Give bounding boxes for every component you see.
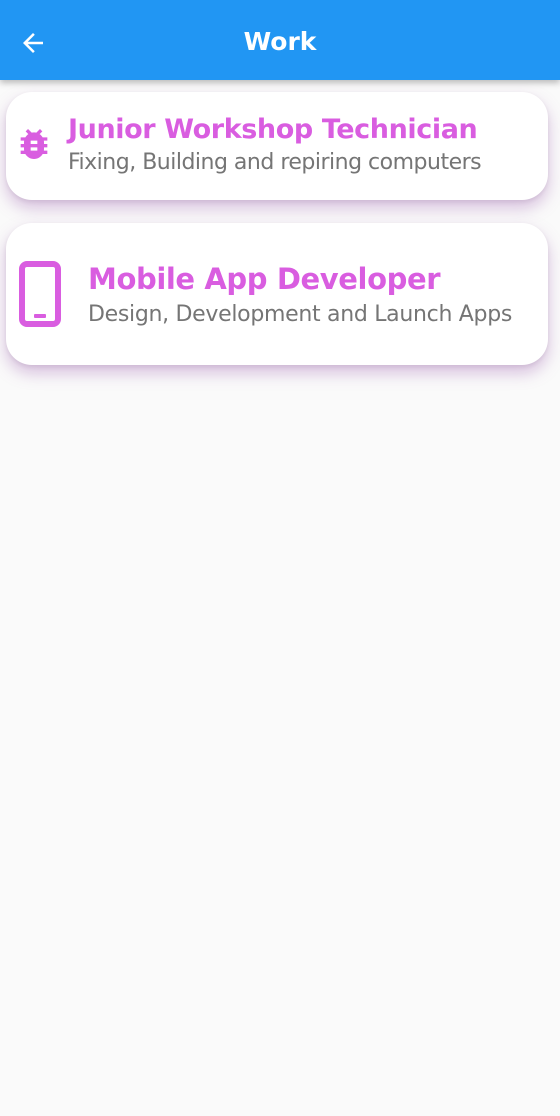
- app-bar: Work: [0, 0, 560, 80]
- job-description: Design, Development and Launch Apps: [88, 302, 513, 327]
- bug-icon: [14, 124, 54, 164]
- job-title: Mobile App Developer: [88, 262, 441, 296]
- smartphone-icon: [18, 261, 64, 327]
- job-card-workshop-technician[interactable]: Junior Workshop Technician Fixing, Build…: [6, 92, 548, 200]
- job-card-mobile-app-developer[interactable]: Mobile App Developer Design, Development…: [6, 223, 548, 365]
- job-description: Fixing, Building and repiring computers: [68, 150, 482, 175]
- page-title: Work: [243, 27, 317, 56]
- job-title: Junior Workshop Technician: [68, 114, 478, 145]
